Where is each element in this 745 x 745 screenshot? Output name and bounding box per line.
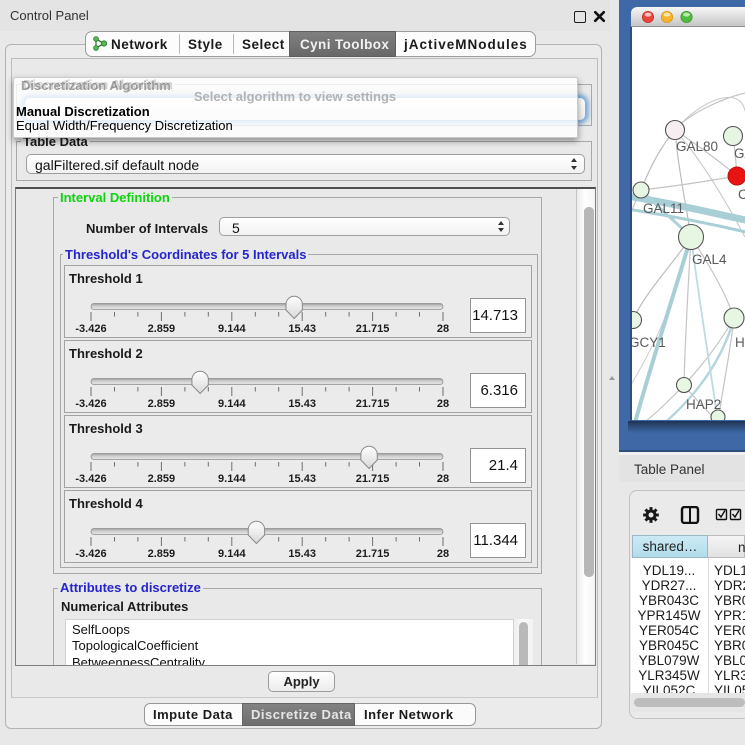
svg-text:GAL4: GAL4 xyxy=(692,252,727,267)
svg-text:GCY1: GCY1 xyxy=(632,335,666,350)
svg-text:C: C xyxy=(738,187,745,202)
svg-text:GAL80: GAL80 xyxy=(676,139,718,154)
svg-text:H: H xyxy=(735,335,745,350)
svg-text:GAL11: GAL11 xyxy=(643,201,684,216)
svg-text:GA: GA xyxy=(734,146,745,161)
svg-text:HAP2: HAP2 xyxy=(686,397,721,412)
